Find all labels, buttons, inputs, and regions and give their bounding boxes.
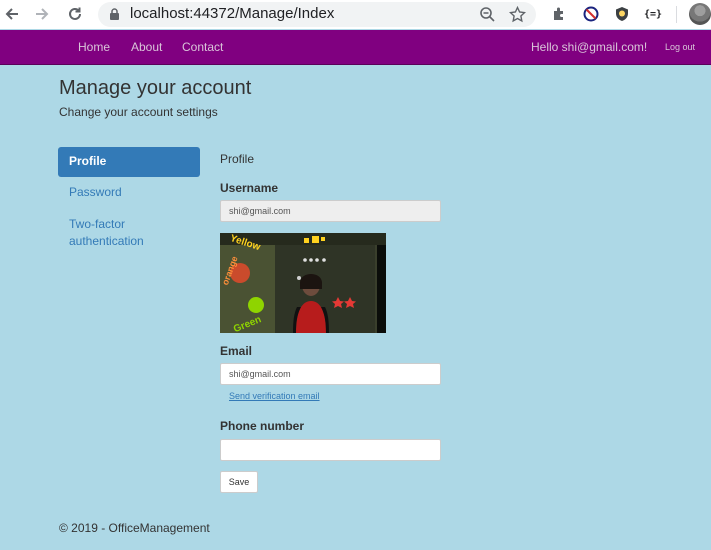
phone-number-field[interactable] <box>220 439 441 461</box>
address-bar[interactable]: localhost:44372/Manage/Index <box>98 2 536 27</box>
username-field <box>220 200 441 222</box>
reload-icon <box>69 7 81 20</box>
page-title: Manage your account <box>59 77 252 99</box>
zoom-icon[interactable] <box>479 6 496 28</box>
lock-icon <box>109 8 120 26</box>
json-extension-icon[interactable]: {=} <box>644 5 662 23</box>
shield-extension-icon[interactable] <box>613 5 631 23</box>
extensions-puzzle-icon[interactable] <box>550 5 568 23</box>
sidebar-item-profile[interactable]: Profile <box>58 147 200 177</box>
bookmark-star-icon[interactable] <box>508 5 527 28</box>
nav-user-greeting-link[interactable]: Hello shi@gmail.com! <box>531 40 647 54</box>
save-button[interactable]: Save <box>220 471 258 493</box>
username-label: Username <box>220 181 279 195</box>
sidebar-item-password[interactable]: Password <box>58 184 200 201</box>
section-heading-profile: Profile <box>220 152 255 166</box>
page-subtitle: Change your account settings <box>59 105 218 119</box>
site-navbar: Home About Contact Hello shi@gmail.com! … <box>0 30 711 65</box>
email-field[interactable] <box>220 363 441 385</box>
footer-copyright: © 2019 - OfficeManagement <box>59 521 210 535</box>
toolbar-separator <box>676 6 677 23</box>
forward-button[interactable] <box>32 4 52 24</box>
browser-profile-avatar[interactable] <box>689 3 711 25</box>
profile-photo: Yellow orange Green <box>220 233 386 333</box>
phone-label: Phone number <box>220 419 305 433</box>
browser-toolbar: localhost:44372/Manage/Index {=} <box>0 0 711 29</box>
email-label: Email <box>220 344 253 358</box>
nav-logout-link[interactable]: Log out <box>665 42 695 52</box>
reload-button[interactable] <box>65 4 85 24</box>
sidebar-item-two-factor[interactable]: Two-factor authentication <box>58 216 168 250</box>
back-arrow-icon <box>5 8 18 20</box>
nav-about-link[interactable]: About <box>131 40 162 54</box>
blocker-extension-icon[interactable] <box>582 5 600 23</box>
nav-home-link[interactable]: Home <box>78 40 110 54</box>
url-text: localhost:44372/Manage/Index <box>130 5 335 22</box>
nav-contact-link[interactable]: Contact <box>182 40 223 54</box>
forward-arrow-icon <box>36 8 49 20</box>
send-verification-email-link[interactable]: Send verification email <box>229 391 320 401</box>
back-button[interactable] <box>2 4 22 24</box>
